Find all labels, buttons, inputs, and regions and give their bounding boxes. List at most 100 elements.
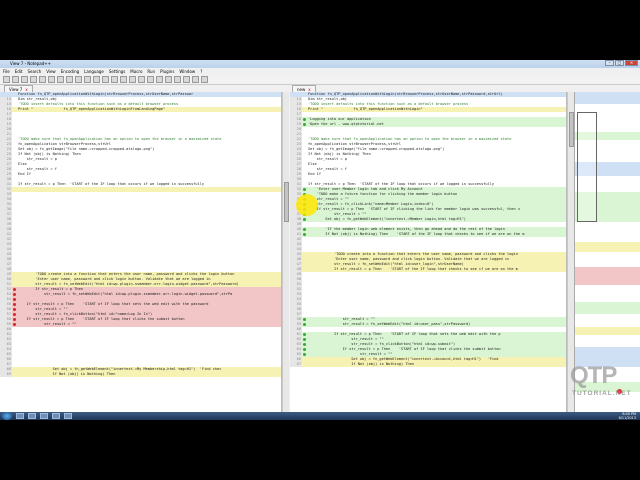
save-all-icon[interactable] xyxy=(30,76,37,83)
line-text: Dim str_result,obj xyxy=(308,97,347,101)
find-icon[interactable] xyxy=(102,76,109,83)
notepadpp-taskbar-icon[interactable] xyxy=(64,413,72,419)
line-text: str_result = "" xyxy=(308,212,367,216)
menu-item[interactable]: Edit xyxy=(15,68,23,75)
close-file-icon[interactable] xyxy=(39,76,46,83)
menu-item[interactable]: File xyxy=(3,68,10,75)
show-all-icon[interactable] xyxy=(156,76,163,83)
line-text: If Not (obj) is Nothing) Then 'START of … xyxy=(308,232,525,236)
zoom-in-icon[interactable] xyxy=(120,76,127,83)
macro-play-icon[interactable] xyxy=(192,76,199,83)
browser-taskbar-icon[interactable] xyxy=(40,413,48,419)
compare-icon[interactable] xyxy=(201,76,208,83)
menu-item[interactable]: Plugins xyxy=(160,68,174,75)
line-text: If str_result = p Then 'START of IF clic… xyxy=(308,207,521,211)
title-bar: View 7 - Notepad++ – □ ✕ xyxy=(0,60,640,68)
line-text: Print " fn_QTP_openApplicationWithLogin" xyxy=(308,107,423,111)
line-text: If str_result = p Then 'START of IF loop… xyxy=(18,302,209,306)
line-text: Set obj = fn_getImage("file name-=croppe… xyxy=(308,147,445,151)
toolbar xyxy=(0,75,640,85)
print-icon[interactable] xyxy=(48,76,55,83)
document-map-band xyxy=(575,92,640,104)
line-text: str_result = "" xyxy=(18,322,77,326)
line-text: str_result = f xyxy=(308,167,347,171)
menu-item[interactable]: Macro xyxy=(130,68,142,75)
menu-item[interactable]: Encoding xyxy=(61,68,79,75)
left-scrollbar[interactable] xyxy=(282,92,289,412)
line-text: 'Open the url - www.qtptutorial.net xyxy=(308,122,384,126)
menu-item[interactable]: Run xyxy=(147,68,155,75)
line-text: If str_result = p Then 'START of IF loop… xyxy=(18,317,185,321)
right-editor-pane[interactable]: Function fn_QTP_openApplicationWithLogin… xyxy=(290,92,567,412)
macro-record-icon[interactable] xyxy=(174,76,181,83)
line-text: 'TODO make sure that fn_openApplication … xyxy=(18,137,222,141)
open-file-icon[interactable] xyxy=(12,76,19,83)
menu-item[interactable]: Window xyxy=(179,68,195,75)
line-text: str_result = "" xyxy=(308,337,384,341)
line-text: 'TODO make a future function for clickin… xyxy=(308,192,458,196)
tab-right-file[interactable]: new x xyxy=(292,85,316,92)
macro-stop-icon[interactable] xyxy=(183,76,190,83)
tray-date: 6/11/2013 xyxy=(618,416,636,420)
watermark-big: QTP xyxy=(570,362,617,389)
cursor-highlight xyxy=(296,194,318,216)
line-text: str_result = p xyxy=(308,157,347,161)
document-map-viewport[interactable] xyxy=(577,112,597,222)
menu-item[interactable]: ? xyxy=(200,68,202,75)
line-text: Function fn_QTP_openApplicationWithLogin… xyxy=(308,92,503,96)
line-text: If Not (obj) is Nothing) Then xyxy=(18,152,81,156)
cut-icon[interactable] xyxy=(57,76,64,83)
code-line[interactable]: 67 If Not (obj) is Nothing) Then xyxy=(290,362,566,367)
redo-icon[interactable] xyxy=(93,76,100,83)
line-text: 'Enter user name, password and click log… xyxy=(18,277,211,281)
indent-guide-icon[interactable] xyxy=(165,76,172,83)
line-text: 'TODO insert defaults into this function… xyxy=(18,102,179,106)
line-text: str_result = "" xyxy=(18,307,68,311)
document-map-band xyxy=(575,267,640,285)
tab-left-file[interactable]: View 7x xyxy=(4,85,33,92)
folder-taskbar-icon[interactable] xyxy=(52,413,60,419)
maximize-button[interactable]: □ xyxy=(615,60,624,66)
menu-item[interactable]: View xyxy=(46,68,56,75)
zoom-out-icon[interactable] xyxy=(129,76,136,83)
menu-item[interactable]: Search xyxy=(27,68,41,75)
menu-item[interactable]: Language xyxy=(84,68,104,75)
line-text: If str_result = p Then 'START of the IF … xyxy=(308,267,518,271)
close-button[interactable]: ✕ xyxy=(625,60,638,66)
line-text: Else xyxy=(18,162,27,166)
line-text: If str_result = p Then 'START of the IF … xyxy=(18,182,205,186)
minimize-button[interactable]: – xyxy=(605,60,614,66)
copy-icon[interactable] xyxy=(66,76,73,83)
save-icon[interactable] xyxy=(21,76,28,83)
line-text: 'TODO insert defaults into this function… xyxy=(308,102,469,106)
line-text: str_result = fn_clickButton("html id="na… xyxy=(18,312,153,316)
left-scrollbar-thumb[interactable] xyxy=(284,182,289,222)
line-text: Print " fn_QTP_openApplicationWithLoginF… xyxy=(18,107,166,111)
line-text: str_result = f xyxy=(18,167,57,171)
replace-icon[interactable] xyxy=(111,76,118,83)
line-text: If str_result = p Then 'START of IF loop… xyxy=(308,347,501,351)
line-text: str_result = fn_clickButton("html id=wp-… xyxy=(308,342,456,346)
left-editor-pane[interactable]: Function fn_QTP_openApplicationWithLogin… xyxy=(0,92,282,412)
line-text: If str_result = p Then 'START of IF loop… xyxy=(308,332,501,336)
line-text: Else xyxy=(308,162,317,166)
system-tray-clock[interactable]: 8:00 PM 6/11/2013 xyxy=(619,412,636,420)
line-number: 69 xyxy=(0,372,12,377)
code-line[interactable]: 69 If Not (obj) is Nothing) Then xyxy=(0,372,281,377)
menu-item[interactable]: Settings xyxy=(109,68,125,75)
start-button-icon[interactable] xyxy=(2,412,12,420)
new-file-icon[interactable] xyxy=(3,76,10,83)
document-map-band xyxy=(575,327,640,335)
undo-icon[interactable] xyxy=(84,76,91,83)
line-text: str_result = "" xyxy=(308,352,393,356)
window-title: View 7 - Notepad++ xyxy=(10,61,51,66)
line-text: Set obj = fn_getImage("file name-=croppe… xyxy=(18,147,155,151)
explorer-taskbar-icon[interactable] xyxy=(16,413,24,419)
paste-icon[interactable] xyxy=(75,76,82,83)
line-text: If Not (obj) is Nothing) Then xyxy=(308,152,371,156)
menu-bar: File Edit Search View Encoding Language Settin… xyxy=(0,68,640,75)
sync-scroll-icon[interactable] xyxy=(138,76,145,83)
media-taskbar-icon[interactable] xyxy=(28,413,36,419)
word-wrap-icon[interactable] xyxy=(147,76,154,83)
line-text: str_result = "" xyxy=(308,317,376,321)
